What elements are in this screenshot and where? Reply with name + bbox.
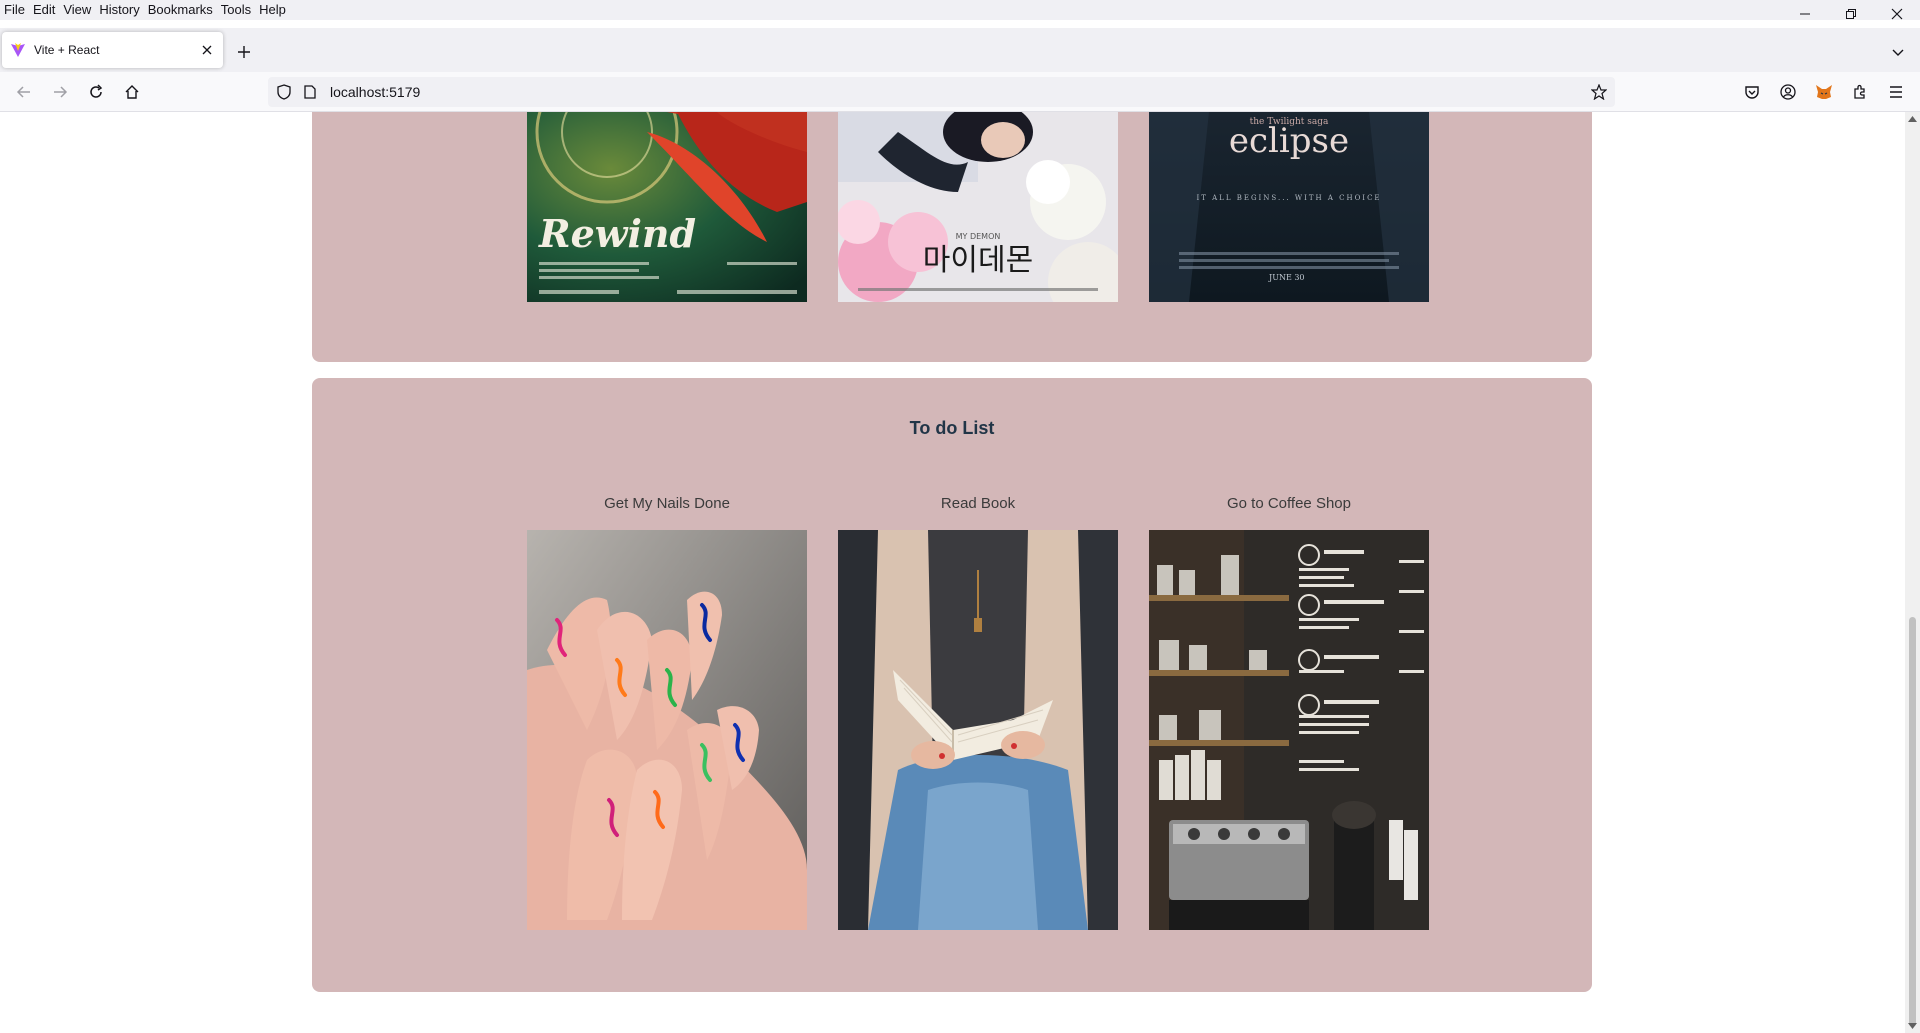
hamburger-menu-icon [1890, 86, 1902, 98]
menu-help[interactable]: Help [255, 0, 290, 20]
todo-list-card: To do List Get My Nails Done Read Book G… [312, 378, 1592, 992]
account-icon [1780, 84, 1796, 100]
movies-card: Rewind 마이데몬 MY DEMON the Twilight saga e… [312, 112, 1592, 362]
painted-nails-photo [527, 530, 807, 930]
tab-vite-react[interactable]: Vite + React [2, 32, 223, 68]
coffee-shop-photo [1149, 530, 1429, 930]
minimize-icon [1800, 13, 1810, 15]
page-scrollbar[interactable] [1905, 112, 1920, 1033]
arrow-left-icon [16, 86, 30, 98]
minimize-button[interactable] [1782, 0, 1828, 28]
navigation-toolbar: localhost:5179 [0, 72, 1920, 112]
fox-icon [1816, 85, 1832, 99]
scrollbar-thumb[interactable] [1909, 617, 1916, 1027]
menu-bookmarks[interactable]: Bookmarks [144, 0, 217, 20]
chevron-down-icon [1892, 49, 1904, 56]
menu-file[interactable]: File [0, 0, 29, 20]
bookmark-star-icon[interactable] [1591, 84, 1607, 100]
movie-poster-my-demon[interactable]: 마이데몬 MY DEMON [838, 112, 1118, 302]
pocket-icon [1745, 86, 1759, 99]
page-icon[interactable] [302, 84, 318, 100]
plus-icon [238, 46, 250, 58]
shield-icon[interactable] [276, 84, 292, 100]
new-tab-button[interactable] [232, 40, 256, 64]
eclipse-title: eclipse [1229, 121, 1349, 161]
todo-list-heading: To do List [909, 418, 995, 438]
reload-button[interactable] [82, 78, 110, 106]
app-menu-button[interactable] [1882, 78, 1910, 106]
back-button[interactable] [10, 78, 38, 106]
menu-edit[interactable]: Edit [29, 0, 59, 20]
vite-icon [11, 43, 25, 57]
reload-icon [90, 84, 103, 98]
restore-button[interactable] [1828, 0, 1874, 28]
pocket-button[interactable] [1738, 78, 1766, 106]
arrow-right-icon [54, 86, 68, 98]
my-demon-poster-image: 마이데몬 MY DEMON [838, 112, 1118, 302]
todo-image-nails[interactable] [527, 530, 807, 930]
url-text[interactable]: localhost:5179 [330, 84, 420, 100]
eclipse-poster-image: the Twilight saga eclipse IT ALL BEGINS.… [1149, 112, 1429, 302]
restore-icon [1846, 9, 1856, 19]
forward-button[interactable] [46, 78, 74, 106]
todo-image-book[interactable] [838, 530, 1118, 930]
scroll-up-arrow-icon[interactable] [1908, 116, 1917, 122]
list-all-tabs-button[interactable] [1886, 40, 1910, 64]
rewind-poster-image: Rewind [527, 112, 807, 302]
menu-bar: File Edit View History Bookmarks Tools H… [0, 0, 1920, 20]
tab-strip: Vite + React [0, 28, 1920, 72]
my-demon-title: 마이데몬 [923, 243, 1033, 278]
eclipse-date: JUNE 30 [1268, 273, 1305, 282]
movie-poster-rewind[interactable]: Rewind [527, 112, 807, 302]
close-tab-button[interactable] [199, 42, 215, 58]
home-button[interactable] [118, 78, 146, 106]
scroll-down-arrow-icon[interactable] [1908, 1023, 1917, 1029]
menu-history[interactable]: History [95, 0, 143, 20]
my-demon-subtitle: MY DEMON [956, 232, 1001, 241]
address-bar[interactable]: localhost:5179 [268, 77, 1615, 107]
eclipse-tagline: IT ALL BEGINS... WITH A CHOICE [1196, 194, 1381, 202]
close-icon [202, 45, 212, 55]
extensions-button[interactable] [1846, 78, 1874, 106]
puzzle-icon [1854, 84, 1865, 99]
movie-poster-eclipse[interactable]: the Twilight saga eclipse IT ALL BEGINS.… [1149, 112, 1429, 302]
account-button[interactable] [1774, 78, 1802, 106]
todo-item-label: Read Book [940, 495, 1016, 512]
tab-title: Vite + React [34, 43, 100, 57]
todo-item-label: Get My Nails Done [604, 495, 730, 512]
todo-image-coffee[interactable] [1149, 530, 1429, 930]
menu-tools[interactable]: Tools [217, 0, 255, 20]
rewind-title: Rewind [538, 211, 696, 256]
metamask-extension-button[interactable] [1810, 78, 1838, 106]
close-window-button[interactable] [1874, 0, 1920, 28]
todo-item-label: Go to Coffee Shop [1227, 495, 1351, 512]
reading-book-photo [838, 530, 1118, 930]
home-icon [125, 85, 139, 99]
window-controls [1782, 0, 1920, 28]
menu-view[interactable]: View [59, 0, 95, 20]
close-icon [1891, 8, 1903, 20]
page-viewport: Rewind 마이데몬 MY DEMON the Twilight saga e… [0, 112, 1905, 1033]
